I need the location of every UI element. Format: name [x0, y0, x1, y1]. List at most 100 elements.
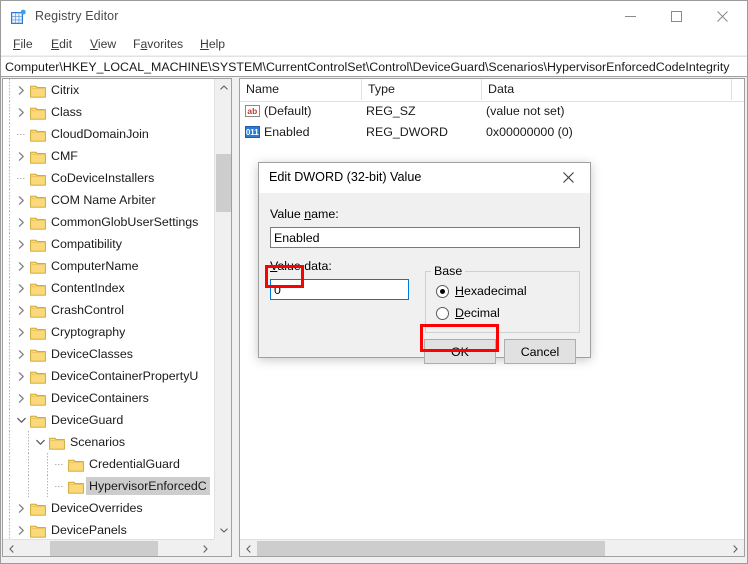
tree-item-devicecontainerpropertyu[interactable]: DeviceContainerPropertyU	[3, 365, 214, 387]
tree-item-deviceguard[interactable]: DeviceGuard	[3, 409, 214, 431]
tree-item-cmf[interactable]: CMF	[3, 145, 214, 167]
tree-horizontal-scrollbar[interactable]	[3, 539, 214, 556]
tree-item-label: CMF	[51, 149, 78, 163]
values-column-name[interactable]: Name	[240, 79, 362, 100]
chevron-right-icon[interactable]	[13, 145, 29, 167]
tree-item-crashcontrol[interactable]: CrashControl	[3, 299, 214, 321]
folder-icon	[30, 105, 46, 120]
maximize-button[interactable]	[653, 1, 699, 32]
tree-guide-line	[9, 255, 10, 277]
tree-item-label: ContentIndex	[51, 281, 125, 295]
registry-editor-window: Registry Editor File Edit View Favorites…	[0, 0, 748, 564]
tree-item-label: DeviceContainerPropertyU	[51, 369, 199, 383]
tree-item-scenarios[interactable]: Scenarios	[3, 431, 214, 453]
tree-guide-line	[9, 431, 10, 453]
tree-item-compatibility[interactable]: Compatibility	[3, 233, 214, 255]
menu-view[interactable]: View	[84, 36, 122, 54]
tree-item-devicecontainers[interactable]: DeviceContainers	[3, 387, 214, 409]
chevron-down-icon[interactable]	[32, 431, 48, 453]
dialog-close-button[interactable]	[547, 163, 590, 192]
tree-item-codeviceinstallers[interactable]: CoDeviceInstallers	[3, 167, 214, 189]
menu-help[interactable]: Help	[194, 36, 231, 54]
tree-item-com-name-arbiter[interactable]: COM Name Arbiter	[3, 189, 214, 211]
values-hscroll-thumb[interactable]	[257, 541, 605, 556]
chevron-right-icon[interactable]	[13, 365, 29, 387]
chevron-right-icon[interactable]	[13, 255, 29, 277]
chevron-right-icon[interactable]	[13, 387, 29, 409]
tree-item-deviceclasses[interactable]: DeviceClasses	[3, 343, 214, 365]
folder-icon	[30, 237, 46, 252]
tree-item-computername[interactable]: ComputerName	[3, 255, 214, 277]
value-row[interactable]: 011 Enabled REG_DWORD 0x00000000 (0)	[240, 122, 744, 143]
tree-guide-line	[9, 233, 10, 255]
chevron-right-icon[interactable]	[13, 101, 29, 123]
chevron-right-icon[interactable]	[13, 211, 29, 233]
values-column-data[interactable]: Data	[482, 79, 732, 100]
tree-item-clouddomainjoin[interactable]: CloudDomainJoin	[3, 123, 214, 145]
folder-icon	[30, 325, 46, 340]
values-column-header: Name Type Data	[240, 79, 744, 102]
tree-scroll-right-button[interactable]	[197, 540, 214, 556]
tree-scroll-thumb[interactable]	[216, 154, 231, 212]
radio-hexadecimal-dot	[436, 285, 449, 298]
values-horizontal-scrollbar[interactable]	[240, 539, 744, 556]
tree-item-citrix[interactable]: Citrix	[3, 79, 214, 101]
chevron-down-icon[interactable]	[13, 409, 29, 431]
tree-guide-line	[9, 453, 10, 475]
window-title: Registry Editor	[35, 9, 119, 23]
value-row[interactable]: ab (Default) REG_SZ (value not set)	[240, 101, 744, 122]
chevron-right-icon[interactable]	[13, 79, 29, 101]
tree-item-commonglobusersettings[interactable]: CommonGlobUserSettings	[3, 211, 214, 233]
tree-item-cryptography[interactable]: Cryptography	[3, 321, 214, 343]
tree-guide-line	[55, 464, 64, 465]
values-scroll-right-button[interactable]	[727, 540, 744, 556]
registry-editor-icon	[10, 9, 27, 26]
tree-item-label: ComputerName	[51, 259, 139, 273]
tree-scroll-down-button[interactable]	[215, 522, 231, 539]
cancel-button[interactable]: Cancel	[504, 339, 576, 364]
chevron-right-icon[interactable]	[13, 299, 29, 321]
address-bar[interactable]: Computer\HKEY_LOCAL_MACHINE\SYSTEM\Curre…	[1, 56, 747, 77]
chevron-right-icon[interactable]	[13, 189, 29, 211]
tree-item-contentindex[interactable]: ContentIndex	[3, 277, 214, 299]
values-scroll-left-button[interactable]	[240, 540, 257, 556]
tree-scrollbar-corner	[214, 539, 231, 556]
tree-item-devicepanels[interactable]: DevicePanels	[3, 519, 214, 539]
tree-item-label: DeviceOverrides	[51, 501, 143, 515]
chevron-right-icon[interactable]	[13, 519, 29, 539]
value-name-input[interactable]: Enabled	[270, 227, 580, 248]
values-column-type[interactable]: Type	[362, 79, 482, 100]
tree-item-credentialguard[interactable]: CredentialGuard	[3, 453, 214, 475]
folder-icon	[30, 369, 46, 384]
tree-scroll-left-button[interactable]	[3, 540, 20, 556]
tree-vertical-scrollbar[interactable]	[214, 79, 231, 539]
menu-file[interactable]: File	[7, 36, 39, 54]
tree-hscroll-thumb[interactable]	[50, 541, 158, 556]
ok-button[interactable]: OK	[424, 339, 496, 364]
value-data-input[interactable]: 0	[270, 279, 409, 300]
minimize-button[interactable]	[607, 1, 653, 32]
chevron-right-icon[interactable]	[13, 343, 29, 365]
radio-decimal-label: Decimal	[455, 306, 500, 320]
close-button[interactable]	[699, 1, 745, 32]
tree-guide-line	[9, 145, 10, 167]
tree-item-label: CommonGlobUserSettings	[51, 215, 199, 229]
tree-scroll-up-button[interactable]	[215, 79, 231, 96]
tree-item-deviceoverrides[interactable]: DeviceOverrides	[3, 497, 214, 519]
tree-item-hypervisorenforcedc[interactable]: HypervisorEnforcedC	[3, 475, 214, 497]
dialog-title: Edit DWORD (32-bit) Value	[269, 170, 422, 184]
dialog-body: Value name: Enabled Value data: 0 Base H…	[259, 193, 590, 364]
chevron-right-icon[interactable]	[13, 321, 29, 343]
folder-icon	[68, 457, 84, 472]
folder-icon	[30, 413, 46, 428]
string-value-icon: ab	[245, 104, 260, 119]
value-type-cell: REG_SZ	[366, 104, 416, 118]
registry-tree[interactable]: Citrix Class CloudDomainJoin CMF CoDeviceIns…	[3, 79, 214, 539]
tree-item-class[interactable]: Class	[3, 101, 214, 123]
chevron-right-icon[interactable]	[13, 277, 29, 299]
chevron-right-icon[interactable]	[13, 497, 29, 519]
menu-favorites[interactable]: Favorites	[127, 36, 189, 54]
chevron-right-icon[interactable]	[13, 233, 29, 255]
tree-guide-line	[9, 365, 10, 387]
menu-edit[interactable]: Edit	[45, 36, 78, 54]
